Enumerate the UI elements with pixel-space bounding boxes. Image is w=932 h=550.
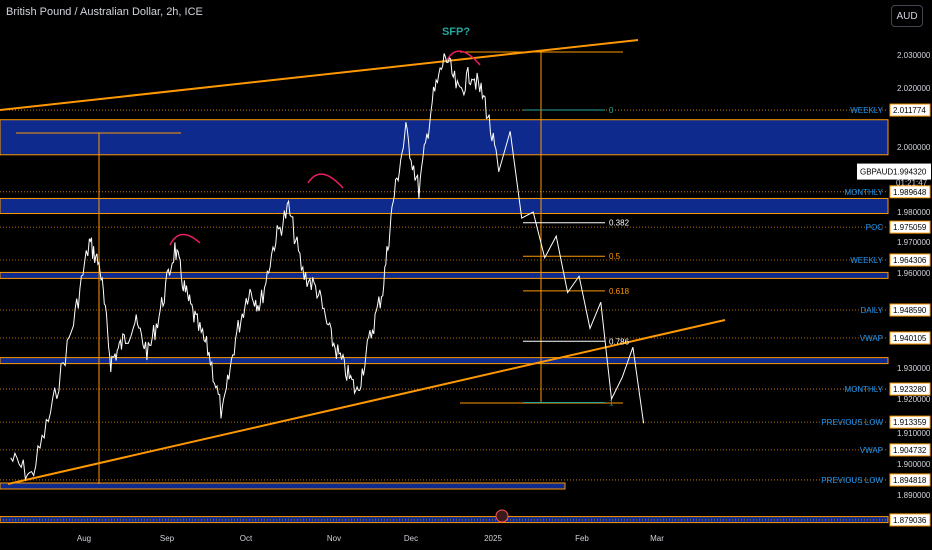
x-tick-label: Feb: [575, 534, 589, 543]
fib-label: 0: [609, 106, 614, 115]
y-tick-label: 1.930000: [897, 364, 931, 373]
level-value: 1.913359: [893, 418, 927, 427]
last-price: 1.994320: [893, 168, 927, 177]
level-label: WEEKLY: [850, 256, 883, 265]
level-label: DAILY: [860, 306, 883, 315]
x-tick-label: 2025: [484, 534, 502, 543]
zone-box: [0, 271, 889, 279]
fib-label: 0.786: [609, 337, 630, 346]
y-tick-label: 1.900000: [897, 460, 931, 469]
x-tick-label: Oct: [240, 534, 253, 543]
level-label: VWAP: [860, 334, 883, 343]
level-value: 1.879036: [893, 516, 927, 525]
level-value: 1.923280: [893, 385, 927, 394]
level-label: PREVIOUS LOW: [821, 476, 883, 485]
y-tick-label: 1.960000: [897, 269, 931, 278]
level-value: 1.975059: [893, 223, 927, 232]
level-value: 2.011774: [893, 106, 926, 115]
y-tick-label: 1.970000: [897, 238, 931, 247]
y-tick-label: 2.020000: [897, 84, 931, 93]
x-tick-label: Dec: [404, 534, 418, 543]
y-tick-label: 1.980000: [897, 208, 931, 217]
level-label: WEEKLY: [850, 106, 883, 115]
x-tick-label: Sep: [160, 534, 175, 543]
countdown: 01:21:47: [896, 179, 928, 188]
level-label: PREVIOUS LOW: [821, 418, 883, 427]
zone-box: [0, 119, 889, 156]
fib-label: 0.618: [609, 287, 630, 296]
level-label: VWAP: [860, 446, 883, 455]
event-icon: [495, 509, 509, 523]
level-label: MONTHLY: [844, 188, 883, 197]
zone-box: [0, 482, 566, 490]
level-value: 1.904732: [893, 446, 927, 455]
chart-canvas[interactable]: 00.3820.50.6180.7861SFP?2.0300002.020000…: [0, 0, 932, 550]
sfp-annotation: SFP?: [442, 26, 470, 38]
level-value: 1.964306: [893, 256, 927, 265]
x-tick-label: Nov: [327, 534, 341, 543]
zone-box: [0, 357, 889, 365]
level-value: 1.948590: [893, 306, 927, 315]
y-tick-label: 1.910000: [897, 429, 931, 438]
zone-box: [0, 197, 889, 215]
fib-label: 0.382: [609, 219, 630, 228]
symbol-label: GBPAUD: [860, 168, 893, 177]
chart-title: British Pound / Australian Dollar, 2h, I…: [6, 6, 203, 18]
level-value: 1.989648: [893, 188, 927, 197]
level-label: MONTHLY: [844, 385, 883, 394]
x-tick-label: Aug: [77, 534, 91, 543]
y-tick-label: 2.030000: [897, 51, 931, 60]
y-tick-label: 1.920000: [897, 395, 931, 404]
fib-label: 0.5: [609, 252, 621, 261]
x-tick-label: Mar: [650, 534, 664, 543]
level-value: 1.940105: [893, 334, 927, 343]
y-tick-label: 1.890000: [897, 491, 931, 500]
level-value: 1.894818: [893, 476, 927, 485]
level-label: POC: [866, 223, 884, 232]
currency-button[interactable]: AUD: [891, 5, 923, 27]
y-tick-label: 2.000000: [897, 143, 931, 152]
